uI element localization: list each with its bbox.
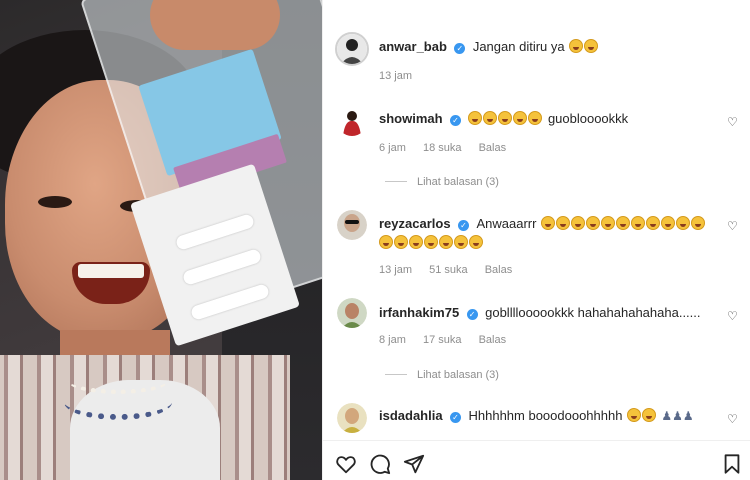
bookmark-icon[interactable] bbox=[721, 453, 743, 475]
comment-meta: 6 jam 18 suka Balas bbox=[379, 142, 520, 154]
avatar-image bbox=[337, 403, 367, 433]
comment-item: irfanhakim75 ✓ goblllloooookkk hahahahah… bbox=[335, 298, 738, 388]
laugh-emoji-icon bbox=[585, 216, 600, 230]
laugh-emoji-icon bbox=[555, 216, 570, 230]
laugh-emoji-icon bbox=[690, 216, 705, 230]
laugh-emoji-icon bbox=[528, 111, 543, 125]
laugh-emoji-icon bbox=[660, 216, 675, 230]
laugh-emoji-icon bbox=[540, 216, 555, 230]
grinning-sweat-emoji-icon bbox=[569, 39, 584, 53]
comment-item: showimah ✓ guoblooookkk ♡ 6 jam 18 suka … bbox=[335, 106, 738, 196]
replies-divider bbox=[385, 374, 407, 375]
avatar[interactable] bbox=[337, 403, 367, 433]
photo-bead-necklace bbox=[64, 384, 172, 420]
comment-meta: 13 jam 51 suka Balas bbox=[379, 264, 526, 276]
comment-username[interactable]: isdadahlia bbox=[379, 408, 443, 423]
comment-line: isdadahlia ✓ Hhhhhhm booodooohhhhh ♟♟♟ bbox=[379, 407, 694, 425]
laugh-emoji-icon bbox=[615, 216, 630, 230]
comments-panel: anwar_bab ✓ Jangan ditiru ya 13 jam show… bbox=[322, 0, 750, 480]
view-replies-label: Lihat balasan (3) bbox=[417, 369, 499, 381]
comment-text: Hhhhhhm booodooohhhhh bbox=[468, 408, 623, 423]
verified-badge-icon: ✓ bbox=[454, 43, 466, 54]
laugh-emoji-icon bbox=[630, 216, 645, 230]
avatar[interactable] bbox=[337, 298, 367, 328]
comment-line: irfanhakim75 ✓ goblllloooookkk hahahahah… bbox=[379, 304, 701, 322]
avatar-image bbox=[337, 34, 367, 64]
comment-likes[interactable]: 17 suka bbox=[423, 334, 462, 346]
laugh-emoji-icon bbox=[483, 111, 498, 125]
verified-badge-icon: ✓ bbox=[450, 115, 462, 126]
comment-icon[interactable] bbox=[369, 453, 391, 475]
verified-badge-icon: ✓ bbox=[450, 412, 462, 423]
avatar-image bbox=[337, 106, 367, 136]
laugh-emoji-icon bbox=[379, 235, 393, 249]
laugh-emoji-icon bbox=[468, 111, 483, 125]
avatar-image bbox=[337, 210, 367, 240]
photo-hand bbox=[150, 0, 280, 50]
laugh-emoji-icon bbox=[675, 216, 690, 230]
rolling-laugh-emoji-icon bbox=[641, 408, 656, 422]
like-comment-heart-icon[interactable]: ♡ bbox=[727, 413, 739, 425]
laugh-emoji-icon bbox=[469, 235, 483, 249]
laugh-emoji-icon bbox=[645, 216, 660, 230]
reply-button[interactable]: Balas bbox=[479, 142, 507, 154]
laugh-emoji-icon bbox=[454, 235, 468, 249]
laugh-emoji-icon bbox=[513, 111, 528, 125]
avatar[interactable] bbox=[335, 32, 369, 66]
avatar[interactable] bbox=[337, 106, 367, 136]
comment-time: 6 jam bbox=[379, 142, 406, 154]
laugh-emoji-icon bbox=[498, 111, 513, 125]
post-time: 13 jam bbox=[379, 70, 413, 82]
laugh-emoji-icon bbox=[439, 235, 453, 249]
post-author[interactable]: anwar_bab bbox=[379, 39, 447, 54]
comment-time: 13 jam bbox=[379, 264, 413, 276]
comment-item: reyzacarlos ✓ Anwaaarrr ♡ 13 jam 51 suka… bbox=[335, 210, 738, 290]
view-replies[interactable]: Lihat balasan (3) bbox=[385, 369, 499, 381]
post-photo[interactable] bbox=[0, 0, 322, 480]
laugh-emoji-icon bbox=[409, 235, 423, 249]
post-caption: Jangan ditiru ya bbox=[472, 39, 565, 54]
laugh-emoji-icon bbox=[570, 216, 585, 230]
comment-username[interactable]: irfanhakim75 bbox=[379, 305, 459, 320]
view-replies[interactable]: Lihat balasan (3) bbox=[385, 176, 499, 188]
heart-icon[interactable] bbox=[335, 453, 357, 475]
person-emoji-icon: ♟♟♟ bbox=[661, 409, 694, 423]
like-comment-heart-icon[interactable]: ♡ bbox=[727, 116, 739, 128]
comment-text: guoblooookkk bbox=[547, 111, 629, 126]
post-caption-row: anwar_bab ✓ Jangan ditiru ya 13 jam bbox=[335, 32, 735, 86]
verified-badge-icon: ✓ bbox=[458, 220, 470, 231]
grinning-sweat-emoji-icon bbox=[584, 39, 599, 53]
comment-likes[interactable]: 18 suka bbox=[423, 142, 462, 154]
like-comment-heart-icon[interactable]: ♡ bbox=[727, 310, 739, 322]
comment-line: reyzacarlos ✓ Anwaaarrr bbox=[379, 214, 719, 252]
avatar-image bbox=[337, 298, 367, 328]
verified-badge-icon: ✓ bbox=[466, 309, 478, 320]
comment-line: showimah ✓ guoblooookkk bbox=[379, 110, 628, 128]
action-bar bbox=[323, 440, 750, 480]
avatar[interactable] bbox=[337, 210, 367, 240]
laugh-emoji-icon bbox=[626, 408, 641, 422]
comment-meta: 8 jam 17 suka Balas bbox=[379, 334, 520, 346]
comment-username[interactable]: showimah bbox=[379, 111, 443, 126]
comment-text: Anwaaarrr bbox=[476, 216, 537, 231]
reply-button[interactable]: Balas bbox=[485, 264, 513, 276]
laugh-emoji-icon bbox=[424, 235, 438, 249]
replies-divider bbox=[385, 181, 407, 182]
laugh-emoji-icon bbox=[394, 235, 408, 249]
view-replies-label: Lihat balasan (3) bbox=[417, 176, 499, 188]
caption-line: anwar_bab ✓ Jangan ditiru ya bbox=[379, 38, 599, 56]
comment-username[interactable]: reyzacarlos bbox=[379, 216, 451, 231]
comment-time: 8 jam bbox=[379, 334, 406, 346]
reply-button[interactable]: Balas bbox=[479, 334, 507, 346]
like-comment-heart-icon[interactable]: ♡ bbox=[727, 220, 739, 232]
comment-item: isdadahlia ✓ Hhhhhhm booodooohhhhh ♟♟♟ ♡ bbox=[335, 403, 738, 439]
share-icon[interactable] bbox=[403, 453, 425, 475]
laugh-emoji-icon bbox=[600, 216, 615, 230]
comment-likes[interactable]: 51 suka bbox=[429, 264, 468, 276]
post-meta: 13 jam bbox=[379, 70, 426, 82]
photo-eye-left bbox=[38, 196, 72, 208]
comment-text: goblllloooookkk hahahahahahaha...... bbox=[485, 305, 701, 320]
